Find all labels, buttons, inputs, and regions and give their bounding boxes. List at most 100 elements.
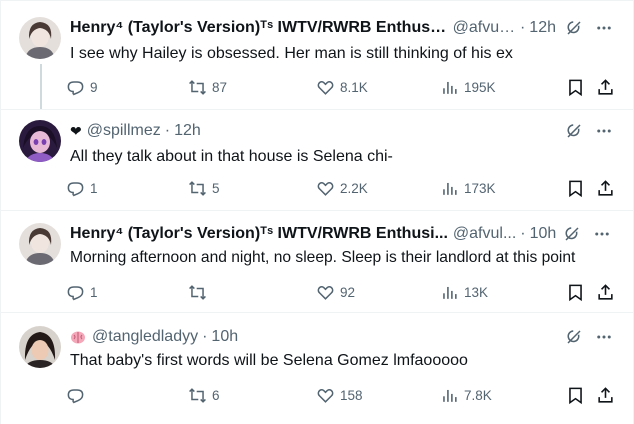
action-bar: 6 158 7.8K (66, 384, 616, 406)
views-button[interactable]: 173K (440, 177, 496, 199)
avatar-image (19, 326, 61, 368)
views-button[interactable]: 13K (440, 281, 488, 303)
repost-button[interactable] (188, 281, 212, 303)
user-handle[interactable]: @tangledladyy (92, 328, 198, 346)
reply-button[interactable]: 1 (66, 281, 98, 303)
share-icon (598, 78, 613, 95)
like-count: 2.2K (340, 180, 368, 196)
repost-icon (189, 79, 206, 95)
avatar[interactable] (19, 120, 61, 162)
more-icon[interactable] (594, 121, 614, 141)
reply-button[interactable]: 1 (66, 177, 98, 199)
reply-icon (67, 388, 84, 403)
repost-count: 5 (212, 180, 220, 196)
bookmark-icon (569, 387, 582, 404)
avatar[interactable] (19, 17, 61, 59)
grok-icon[interactable] (562, 224, 582, 244)
like-count: 92 (340, 284, 356, 300)
tweet-text: I see why Hailey is obsessed. Her man is… (70, 45, 513, 62)
display-name[interactable]: Henry⁴ (Taylor's Version)ᵀˢ IWTV/RWRB En… (70, 225, 448, 243)
repost-button[interactable]: 87 (188, 76, 227, 98)
separator-dot: · (202, 328, 208, 345)
grok-icon[interactable] (564, 18, 584, 38)
tweet[interactable]: ❤ @spillmez · 12h All they talk about in… (0, 110, 634, 210)
timestamp[interactable]: 10h (211, 328, 238, 346)
reply-icon (67, 181, 84, 196)
bookmark-button[interactable] (566, 177, 585, 199)
share-button[interactable] (596, 76, 615, 98)
avatar-image (19, 223, 61, 265)
like-button[interactable]: 92 (316, 281, 355, 303)
views-count: 13K (464, 284, 489, 300)
more-icon[interactable] (594, 18, 614, 38)
avatar[interactable] (19, 223, 61, 265)
share-button[interactable] (596, 384, 615, 406)
views-icon (443, 81, 457, 94)
bookmark-button[interactable] (566, 384, 585, 406)
user-handle[interactable]: @afvul... (453, 19, 516, 37)
separator-dot: · (164, 122, 171, 139)
grok-icon[interactable] (564, 327, 584, 347)
avatar-image (19, 17, 61, 59)
bookmark-icon (569, 284, 582, 301)
heart-emoji: ❤ (70, 122, 82, 139)
avatar-image (19, 120, 61, 162)
share-button[interactable] (596, 281, 615, 303)
reply-icon (67, 285, 84, 300)
repost-count: 6 (212, 387, 220, 403)
reply-count: 1 (90, 180, 98, 196)
tweet-header: Henry⁴ (Taylor's Version)ᵀˢ IWTV/RWRB En… (70, 17, 614, 39)
repost-button[interactable]: 5 (188, 177, 220, 199)
user-handle[interactable]: @spillmez (87, 122, 161, 140)
share-icon (598, 386, 613, 403)
repost-icon (189, 387, 206, 403)
timestamp[interactable]: 12h (174, 122, 201, 140)
like-button[interactable]: 158 (316, 384, 363, 406)
separator-dot: · (519, 19, 526, 36)
bookmark-icon (569, 79, 582, 96)
timestamp[interactable]: 12h (529, 19, 556, 37)
views-button[interactable]: 7.8K (440, 384, 492, 406)
share-button[interactable] (596, 177, 615, 199)
like-icon (317, 80, 334, 95)
tweet[interactable]: @tangledladyy · 10h That baby's first wo… (0, 313, 634, 424)
like-icon (317, 388, 334, 403)
bookmark-button[interactable] (566, 76, 585, 98)
reply-count: 1 (90, 284, 98, 300)
views-button[interactable]: 195K (440, 76, 496, 98)
repost-button[interactable]: 6 (188, 384, 220, 406)
avatar[interactable] (19, 326, 61, 368)
grok-icon[interactable] (564, 121, 584, 141)
bookmark-button[interactable] (566, 281, 585, 303)
tweet[interactable]: Henry⁴ (Taylor's Version)ᵀˢ IWTV/RWRB En… (0, 211, 634, 312)
like-button[interactable]: 2.2K (316, 177, 368, 199)
brain-emoji (70, 329, 86, 345)
tweet-text: Morning afternoon and night, no sleep. S… (70, 249, 576, 266)
repost-count: 87 (212, 79, 228, 95)
action-bar: 1 5 2.2K 173K (66, 177, 616, 199)
user-handle[interactable]: @afvul... (453, 225, 516, 243)
timestamp[interactable]: 10h (530, 225, 557, 243)
tweet[interactable]: Henry⁴ (Taylor's Version)ᵀˢ IWTV/RWRB En… (0, 0, 634, 108)
views-count: 7.8K (464, 387, 492, 403)
views-icon (443, 286, 457, 299)
action-bar: 1 92 13K (66, 281, 616, 303)
views-icon (443, 389, 457, 402)
tweet-header: Henry⁴ (Taylor's Version)ᵀˢ IWTV/RWRB En… (70, 223, 614, 245)
reply-button[interactable] (66, 384, 90, 406)
action-bar: 9 87 8.1K 195K (66, 76, 616, 98)
views-count: 195K (464, 79, 496, 95)
separator-dot: · (520, 225, 526, 242)
repost-icon (189, 180, 206, 196)
reply-icon (67, 80, 84, 95)
more-icon[interactable] (592, 224, 612, 244)
like-button[interactable]: 8.1K (316, 76, 368, 98)
like-count: 8.1K (340, 79, 368, 95)
tweet-text: All they talk about in that house is Sel… (70, 148, 393, 165)
like-icon (317, 181, 334, 196)
like-icon (317, 285, 334, 300)
display-name[interactable]: Henry⁴ (Taylor's Version)ᵀˢ IWTV/RWRB En… (70, 19, 448, 37)
reply-button[interactable]: 9 (66, 76, 98, 98)
more-icon[interactable] (594, 327, 614, 347)
like-count: 158 (340, 387, 363, 403)
